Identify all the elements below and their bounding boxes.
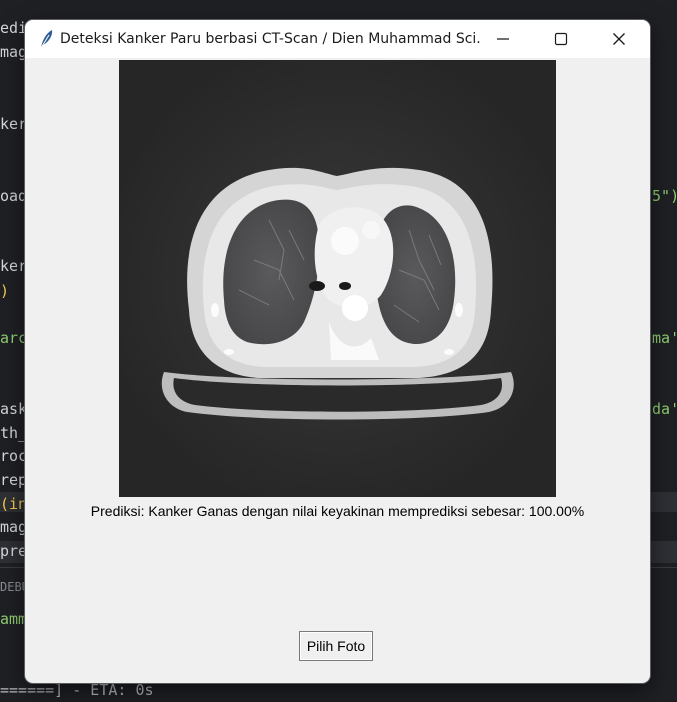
close-button[interactable] [590,20,648,58]
code-line: amm [0,610,28,628]
code-line: ask [0,400,28,418]
code-line: th_ [0,424,28,442]
terminal-output-line: ======] - ETA: 0s [0,681,154,699]
app-window: Deteksi Kanker Paru berbasi CT-Scan / Di… [25,20,650,683]
window-title: Deteksi Kanker Paru berbasi CT-Scan / Di… [60,31,480,47]
code-line: pre [0,542,28,560]
code-line: arc [0,329,28,347]
minimize-icon [497,38,509,40]
maximize-icon [554,32,568,46]
feather-icon [37,29,55,49]
code-line: ) [0,282,10,300]
maximize-button[interactable] [532,20,590,58]
ct-scan-image [119,60,556,497]
close-icon [613,33,625,45]
title-bar[interactable]: Deteksi Kanker Paru berbasi CT-Scan / Di… [25,20,650,58]
minimize-button[interactable] [474,20,532,58]
code-line: (in [0,495,28,513]
pick-photo-button[interactable]: Pilih Foto [299,631,373,661]
code-line: mag [0,43,28,61]
code-line: edi [0,19,28,37]
code-line: rep [0,471,28,489]
code-line: ker [0,115,28,133]
code-line: ker [0,257,28,275]
code-line: mag [0,518,28,536]
code-line: roc [0,447,28,465]
code-line: oad [0,187,28,205]
prediction-label: Prediksi: Kanker Ganas dengan nilai keya… [90,503,585,519]
